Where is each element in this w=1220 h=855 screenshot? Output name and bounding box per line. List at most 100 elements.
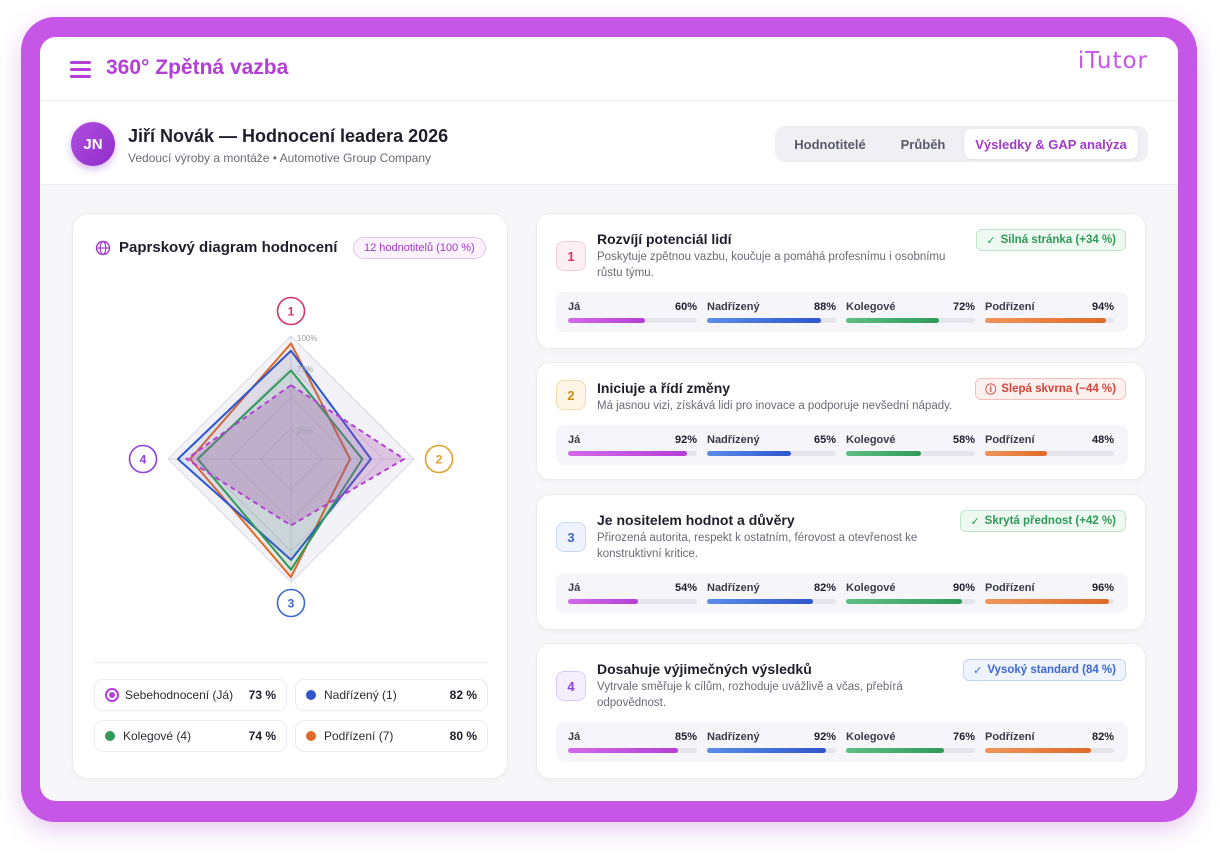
tab-prubeh[interactable]: Průběh (882, 129, 964, 159)
radar-title: Paprskový diagram hodnocení (119, 239, 338, 256)
page-subtitle: Vedoucí výroby a montáže • Automotive Gr… (128, 151, 432, 165)
legend-dot-boss (306, 690, 316, 700)
page-title: Jiří Novák — Hodnocení leadera 2026 (128, 126, 449, 146)
score-fill (568, 599, 638, 604)
radar-card: Paprskový diagram hodnocení 12 hodnotite… (72, 213, 508, 779)
competency-description: Přirozená autorita, respekt k ostatním, … (597, 532, 918, 560)
competency-number: 3 (556, 522, 586, 552)
score-track (568, 599, 697, 604)
score-bars: Já 85% Nadřízený 92% Kolegové 76% Podřízení 82% (556, 722, 1128, 762)
score-label: Podřízení (985, 301, 1035, 313)
competency-card-3[interactable]: 3 Je nositelem hodnot a důvěry Přirozená a… (536, 494, 1146, 630)
competency-card-2[interactable]: 2 Iniciuje a řídí změny Má jasnou vizi, zí… (536, 362, 1146, 480)
radar-tick-label: 75% (297, 365, 313, 374)
score-fill (707, 748, 826, 753)
menu-icon[interactable] (70, 61, 91, 78)
legend-peers[interactable]: Kolegové (4) 74 % (94, 720, 287, 752)
score-track (985, 318, 1114, 323)
tab-vysledky[interactable]: Výsledky & GAP analýza (964, 129, 1138, 159)
score-bars: Já 60% Nadřízený 88% Kolegové 72% Podřízení 94% (556, 292, 1128, 332)
competency-number: 2 (556, 380, 586, 410)
radar-axis-label: 3 (288, 597, 295, 611)
legend-value: 80 % (449, 729, 477, 743)
tab-hodnotitele[interactable]: Hodnotitelé (778, 129, 882, 159)
score-value: 92% (813, 731, 836, 743)
competency-description: Poskytuje zpětnou vazbu, koučuje a pomáh… (597, 251, 946, 279)
radar-tick-label: 25% (297, 426, 313, 435)
tab-bar: Hodnotitelé Průběh Výsledky & GAP analýz… (775, 126, 1148, 162)
legend-boss[interactable]: Nadřízený (1) 82 % (295, 679, 488, 711)
score-label: Nadřízený (707, 582, 760, 594)
status-badge: ⓘ Slepá skvrna (−44 %) (975, 378, 1126, 400)
app-title: 360° Zpětná vazba (106, 56, 289, 79)
score-value: 48% (1091, 434, 1114, 446)
score-value: 65% (813, 434, 836, 446)
score-value: 92% (674, 434, 697, 446)
status-badge: ✓ Silná stránka (+34 %) (976, 229, 1126, 251)
score-bars: Já 92% Nadřízený 65% Kolegové 58% Podřízení 48% (556, 425, 1128, 465)
status-text: Slepá skvrna (−44 %) (1001, 383, 1116, 395)
legend-subordinates[interactable]: Podřízení (7) 80 % (295, 720, 488, 752)
score-value: 76% (952, 731, 975, 743)
competency-card-1[interactable]: 1 Rozvíjí potenciál lidí Poskytuje zpětnou… (536, 213, 1146, 349)
score-fill (985, 451, 1047, 456)
check-icon: ✓ (986, 234, 996, 247)
rater-count-badge: 12 hodnotitelů (100 %) (353, 237, 486, 259)
competency-number: 1 (556, 241, 586, 271)
legend-label: Nadřízený (1) (324, 688, 397, 702)
competency-card-4[interactable]: 4 Dosahuje výjimečných výsledků Vytrvale s… (536, 643, 1146, 779)
score-fill (568, 748, 678, 753)
status-text: Silná stránka (+34 %) (1000, 234, 1116, 246)
legend-label: Kolegové (4) (123, 729, 192, 743)
competency-title: Je nositelem hodnot a důvěry (597, 512, 795, 528)
score-fill (985, 599, 1109, 604)
score-track (985, 451, 1114, 456)
score-track (707, 748, 836, 753)
score-track (846, 451, 975, 456)
avatar: JN (71, 122, 115, 166)
score-track (846, 318, 975, 323)
score-label: Podřízení (985, 582, 1035, 594)
legend-value: 82 % (449, 688, 477, 702)
score-track (707, 318, 836, 323)
score-label: Já (568, 731, 581, 743)
score-label: Kolegové (846, 582, 896, 594)
score-fill (985, 318, 1107, 323)
score-label: Nadřízený (707, 731, 760, 743)
score-track (846, 599, 975, 604)
score-value: 90% (952, 582, 975, 594)
check-icon: ✓ (970, 515, 980, 528)
status-text: Skrytá přednost (+42 %) (984, 515, 1116, 527)
legend-value: 73 % (248, 688, 276, 702)
score-label: Nadřízený (707, 434, 760, 446)
divider (94, 662, 488, 663)
globe-icon (95, 240, 111, 256)
device-frame: 360° Zpětná vazba iTutor JN Jiří Novák —… (21, 17, 1197, 822)
score-fill (707, 451, 791, 456)
score-label: Já (568, 434, 581, 446)
score-fill (846, 451, 921, 456)
legend-dot-self (105, 688, 119, 702)
score-value: 85% (674, 731, 697, 743)
score-value: 88% (813, 301, 836, 313)
score-fill (568, 451, 687, 456)
status-badge: ✓ Vysoký standard (84 %) (963, 659, 1126, 681)
alert-icon: ⓘ (985, 384, 997, 396)
score-value: 82% (813, 582, 836, 594)
score-track (985, 748, 1114, 753)
score-value: 96% (1091, 582, 1114, 594)
score-fill (707, 599, 813, 604)
radar-tick-label: 100% (297, 334, 317, 343)
score-track (568, 451, 697, 456)
radar-chart: 100% 75% 25% 1 2 3 4 (128, 296, 454, 618)
competency-description: Vytrvale směřuje k cílům, rozhoduje uváž… (597, 681, 903, 709)
score-label: Kolegové (846, 731, 896, 743)
profile-bar: JN Jiří Novák — Hodnocení leadera 2026 V… (40, 101, 1178, 185)
score-fill (707, 318, 821, 323)
score-value: 58% (952, 434, 975, 446)
score-value: 60% (674, 301, 697, 313)
score-value: 94% (1091, 301, 1114, 313)
score-track (707, 599, 836, 604)
legend-self[interactable]: Sebehodnocení (Já) 73 % (94, 679, 287, 711)
legend-label: Podřízení (7) (324, 729, 394, 743)
